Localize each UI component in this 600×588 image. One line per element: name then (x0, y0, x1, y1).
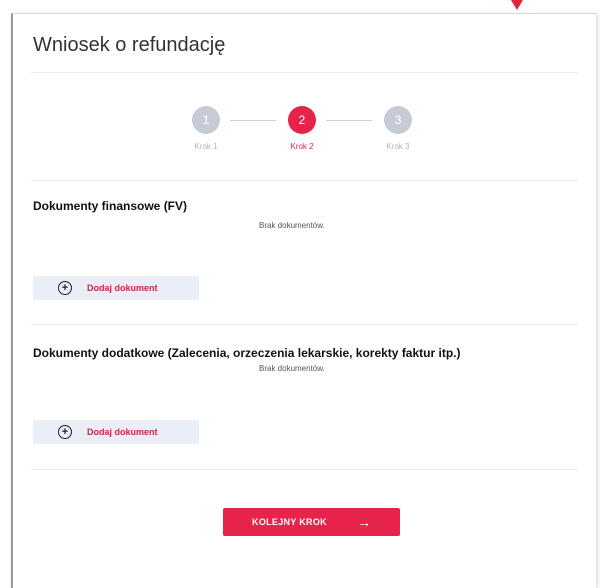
stepper: 1 Krok 1 2 Krok 2 3 Krok 3 (13, 106, 596, 176)
step-connector (326, 120, 372, 121)
divider (31, 324, 578, 325)
add-financial-document-button[interactable]: + Dodaj dokument (33, 276, 199, 300)
additional-documents-title: Dokumenty dodatkowe (Zalecenia, orzeczen… (33, 346, 461, 360)
add-additional-document-button[interactable]: + Dodaj dokument (33, 420, 199, 444)
step-2[interactable]: 2 Krok 2 (272, 106, 332, 151)
step-connector (230, 120, 276, 121)
financial-documents-empty: Brak dokumentów. (259, 221, 325, 230)
step-1[interactable]: 1 Krok 1 (176, 106, 236, 151)
step-3-circle: 3 (384, 106, 412, 134)
plus-circle-icon: + (58, 281, 72, 295)
divider (31, 469, 578, 470)
add-document-label: Dodaj dokument (87, 283, 158, 293)
step-3-label: Krok 3 (386, 142, 410, 151)
financial-documents-title: Dokumenty finansowe (FV) (33, 199, 188, 213)
step-2-circle: 2 (288, 106, 316, 134)
plus-circle-icon: + (58, 425, 72, 439)
next-step-button[interactable]: KOLEJNY KROK → (223, 508, 400, 536)
step-1-label: Krok 1 (194, 142, 218, 151)
arrow-right-icon: → (356, 514, 371, 530)
dropdown-marker-icon (511, 0, 523, 10)
step-3[interactable]: 3 Krok 3 (368, 106, 428, 151)
page-title: Wniosek o refundację (33, 34, 226, 56)
next-step-label: KOLEJNY KROK (252, 517, 327, 527)
top-strip (0, 0, 600, 12)
add-document-label: Dodaj dokument (87, 427, 158, 437)
additional-documents-empty: Brak dokumentów. (259, 364, 325, 373)
step-1-circle: 1 (192, 106, 220, 134)
step-2-label: Krok 2 (290, 142, 314, 151)
divider (31, 180, 578, 181)
refund-form-card: Wniosek o refundację 1 Krok 1 2 Krok 2 3… (11, 13, 597, 588)
divider (31, 72, 578, 73)
